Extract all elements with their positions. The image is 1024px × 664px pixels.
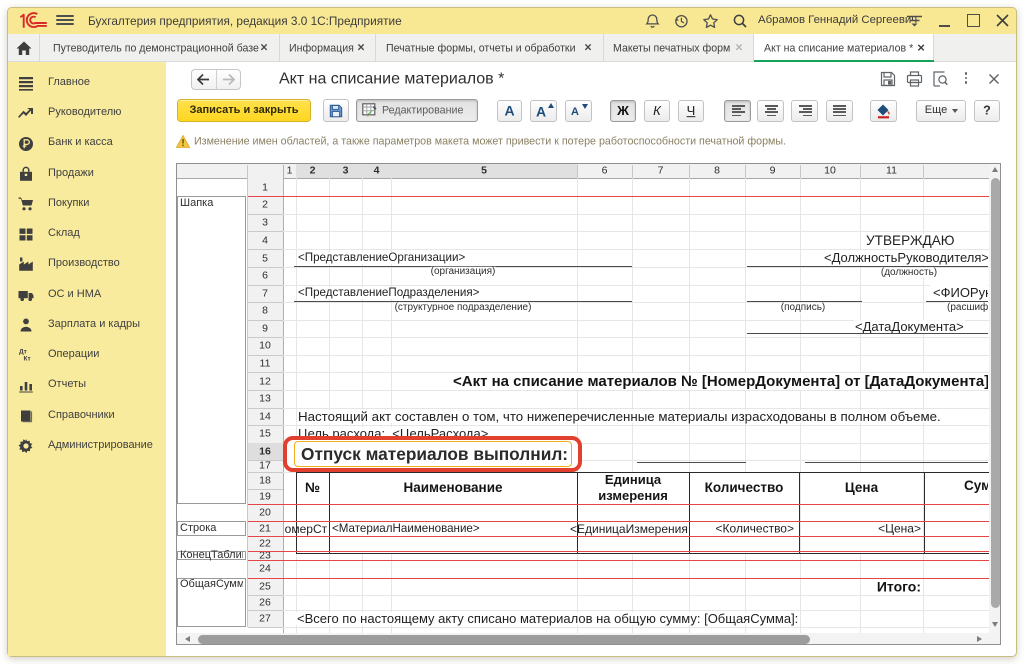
- svg-text:Кт: Кт: [24, 356, 31, 363]
- svg-text:Дт: Дт: [19, 349, 27, 356]
